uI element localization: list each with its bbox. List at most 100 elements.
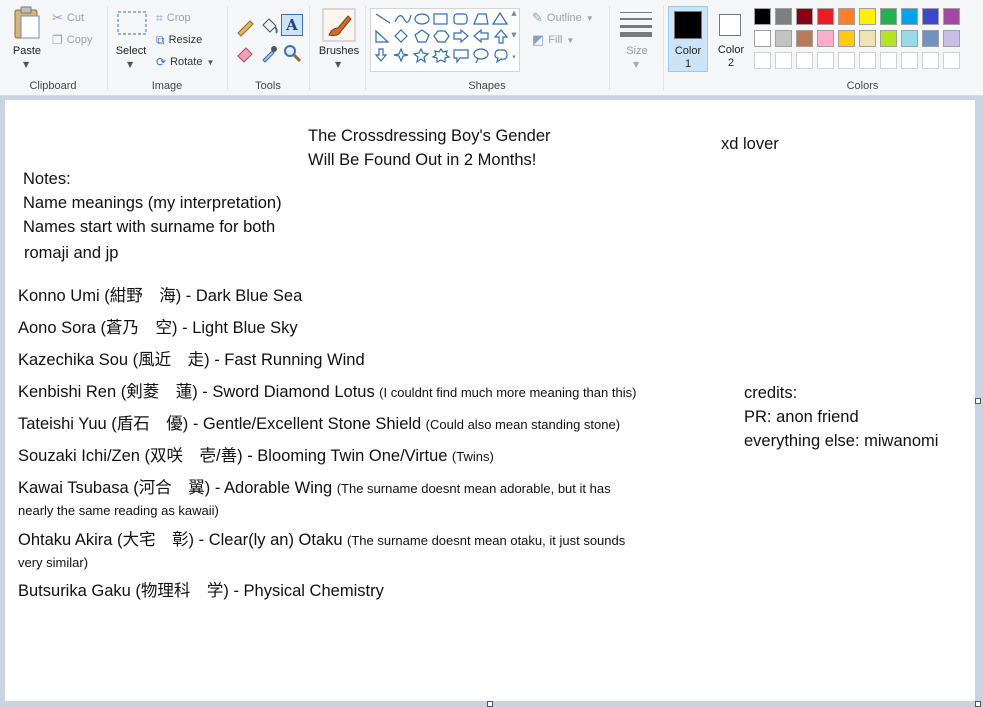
gallery-more[interactable]: ▾ [509,53,519,69]
copy-icon: ❐ [52,33,63,47]
name-entry: Aono Sora (蒼乃 空) - Light Blue Sky [18,314,298,338]
palette-color-swatch[interactable] [775,8,792,25]
pencil-icon [237,20,254,37]
name-main: Konno Umi (紺野 海) - Dark Blue Sea [18,287,303,305]
size-button[interactable]: Size ▼ [616,6,658,72]
palette-color-swatch[interactable] [943,52,960,69]
corner-note: xd lover [721,135,779,153]
rotate-button[interactable]: ⟳ Rotate ▼ [156,52,214,72]
crop-icon: ⌗ [156,10,163,25]
brush-icon [322,8,356,42]
rotate-label: Rotate [170,56,203,68]
palette-color-swatch[interactable] [817,8,834,25]
palette-color-swatch[interactable] [796,52,813,69]
chevron-down-icon: ▼ [633,60,640,69]
palette-color-swatch[interactable] [901,52,918,69]
shapes-gallery-icons [374,11,509,64]
palette-color-swatch[interactable] [922,8,939,25]
outline-label: Outline [546,12,582,24]
color2-button[interactable]: Color 2 [711,6,751,72]
resize-handle-right[interactable] [975,398,981,404]
eyedropper-icon [262,46,277,63]
name-note: (The surname doesnt mean otaku, it just … [347,533,626,548]
shapes-gallery[interactable]: ▲ ▼ ▾ [370,8,520,72]
notes-line-3: Names start with surname for both [23,218,276,236]
palette-color-swatch[interactable] [838,8,855,25]
palette-color-swatch[interactable] [880,30,897,47]
palette-color-swatch[interactable] [943,30,960,47]
credits-line-1: credits: [744,384,798,402]
brushes-button[interactable]: Brushes ▼ [316,6,362,72]
name-note: (Twins) [451,449,494,464]
magnifier-button[interactable] [281,42,303,64]
palette-color-swatch[interactable] [901,8,918,25]
palette-color-swatch[interactable] [817,30,834,47]
palette-color-swatch[interactable] [838,52,855,69]
paste-label: Paste [12,45,42,57]
palette-color-swatch[interactable] [901,30,918,47]
clipboard-group: Paste ▼ ✂ Cut ❐ Copy Clipboard [0,0,106,95]
text-button[interactable]: A [281,14,303,36]
gallery-scroll-up[interactable]: ▲ [509,9,519,29]
notes-line-1: Notes: [23,170,71,188]
palette-color-swatch[interactable] [838,30,855,47]
name-main: Butsurika Gaku (物理科 学) - Physical Chemis… [18,582,384,600]
fill-button[interactable] [258,15,280,37]
color1-button[interactable]: Color 1 [668,6,708,72]
pencil-button[interactable] [234,15,256,37]
name-entry: Butsurika Gaku (物理科 学) - Physical Chemis… [18,577,384,601]
outline-button[interactable]: ✎ Outline ▼ [532,8,594,28]
chevron-down-icon: ▼ [206,57,215,67]
size-group: Size ▼ [610,0,662,95]
fill-label: Fill [548,34,563,46]
color-picker-button[interactable] [258,42,280,64]
color1-label: Color [674,45,702,57]
palette-color-swatch[interactable] [859,30,876,47]
color2-swatch [719,14,741,36]
color-palette [752,0,983,80]
resize-button[interactable]: ⧉ Resize [156,30,202,50]
name-main: Souzaki Ichi/Zen (双咲 壱/善) - Blooming Twi… [18,447,448,465]
crop-button[interactable]: ⌗ Crop [156,8,191,28]
rotate-icon: ⟳ [156,55,167,69]
notes-line-4: romaji and jp [24,244,119,262]
palette-color-swatch[interactable] [754,30,771,47]
palette-color-swatch[interactable] [943,8,960,25]
palette-color-swatch[interactable] [880,8,897,25]
title-line-1: The Crossdressing Boy's Gender [308,127,551,145]
palette-color-swatch[interactable] [775,52,792,69]
palette-color-swatch[interactable] [796,8,813,25]
fill-shape-button[interactable]: ◩ Fill ▼ [532,30,574,50]
palette-color-swatch[interactable] [754,8,771,25]
drawing-canvas[interactable]: The Crossdressing Boy's Gender Will Be F… [5,100,975,701]
name-entry: Kazechika Sou (風近 走) - Fast Running Wind [18,346,365,370]
palette-color-swatch[interactable] [859,52,876,69]
copy-button[interactable]: ❐ Copy [52,30,92,50]
name-entry: Tateishi Yuu (盾石 優) - Gentle/Excellent S… [18,410,620,434]
credits-line-2: PR: anon friend [744,408,859,426]
ribbon: Paste ▼ ✂ Cut ❐ Copy Clipboard Select ▼ … [0,0,983,96]
palette-color-swatch[interactable] [859,8,876,25]
name-note: (The surname doesnt mean adorable, but i… [336,481,611,496]
name-note-continued: very similar) [18,555,89,570]
palette-color-swatch[interactable] [754,52,771,69]
image-group: Select ▼ ⌗ Crop ⧉ Resize ⟳ Rotate ▼ Imag… [108,0,226,95]
paste-button[interactable]: Paste ▼ [6,6,48,72]
palette-color-swatch[interactable] [880,52,897,69]
palette-color-swatch[interactable] [922,52,939,69]
chevron-down-icon: ▼ [585,13,594,23]
text-tool-icon: A [286,16,298,34]
select-button[interactable]: Select ▼ [114,6,148,72]
canvas-area: The Crossdressing Boy's Gender Will Be F… [0,96,983,707]
eraser-button[interactable] [234,42,256,64]
name-entry: Ohtaku Akira (大宅 彰) - Clear(ly an) Otaku… [18,526,625,550]
palette-color-swatch[interactable] [817,52,834,69]
resize-handle-corner[interactable] [975,701,981,707]
palette-color-swatch[interactable] [775,30,792,47]
name-main: Kazechika Sou (風近 走) - Fast Running Wind [18,351,365,369]
palette-color-swatch[interactable] [796,30,813,47]
cut-button[interactable]: ✂ Cut [52,8,84,28]
resize-handle-bottom[interactable] [487,701,493,707]
gallery-scroll-down[interactable]: ▼ [509,31,519,51]
palette-color-swatch[interactable] [922,30,939,47]
